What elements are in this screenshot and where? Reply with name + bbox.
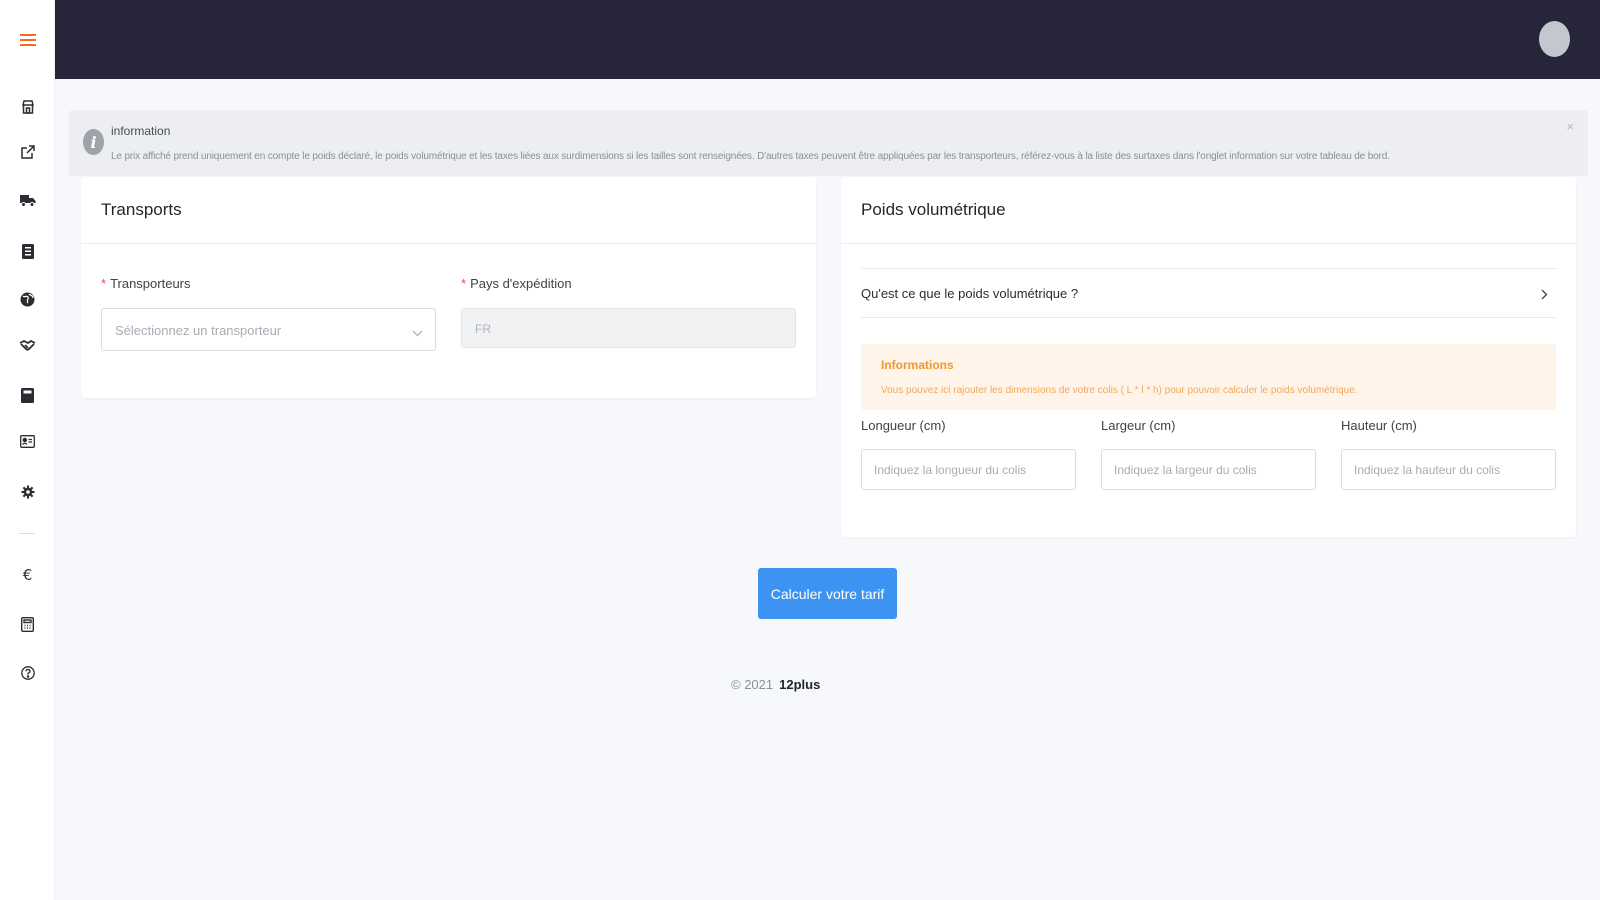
length-placeholder: Indiquez la longueur du colis xyxy=(874,463,1027,477)
chevron-right-icon xyxy=(1541,287,1548,305)
carrier-label: * Transporteurs xyxy=(101,276,191,291)
height-placeholder: Indiquez la hauteur du colis xyxy=(1354,463,1501,477)
info-icon: i xyxy=(83,129,104,155)
required-mark: * xyxy=(101,276,107,291)
required-mark: * xyxy=(461,276,467,291)
hamburger-menu-icon[interactable] xyxy=(0,25,55,55)
carrier-select[interactable]: Sélectionnez un transporteur xyxy=(101,308,436,351)
help-icon[interactable] xyxy=(0,658,55,688)
length-input[interactable]: Indiquez la longueur du colis xyxy=(861,449,1076,490)
gear-icon[interactable] xyxy=(0,477,55,507)
alert-title: information xyxy=(111,124,171,138)
country-field: FR xyxy=(461,308,796,348)
country-value: FR xyxy=(475,322,491,336)
receipt-icon[interactable] xyxy=(0,380,55,410)
document-icon[interactable] xyxy=(0,236,55,266)
alert-message: Le prix affiché prend uniquement en comp… xyxy=(111,151,1390,162)
brand-link[interactable]: 12plus xyxy=(779,677,820,692)
volumetric-weight-collapse[interactable]: Qu'est ce que le poids volumétrique ? xyxy=(861,268,1556,318)
volumetric-weight-card: Poids volumétrique Qu'est ce que le poid… xyxy=(841,177,1576,537)
volumetric-weight-title: Poids volumétrique xyxy=(841,177,1576,244)
collapse-label: Qu'est ce que le poids volumétrique ? xyxy=(861,286,1079,301)
truck-icon[interactable] xyxy=(0,185,55,215)
euro-icon[interactable]: € xyxy=(0,560,55,590)
top-header xyxy=(55,0,1600,79)
width-input[interactable]: Indiquez la largeur du colis xyxy=(1101,449,1316,490)
height-label: Hauteur (cm) xyxy=(1341,418,1417,433)
id-card-icon[interactable] xyxy=(0,426,55,456)
dimensions-info-message: Vous pouvez ici rajouter les dimensions … xyxy=(881,385,1358,396)
footer: © 2021 12plus xyxy=(731,677,820,692)
copyright-text: © 2021 xyxy=(731,677,774,692)
transports-title: Transports xyxy=(81,177,816,244)
dimensions-info-box: Informations Vous pouvez ici rajouter le… xyxy=(861,344,1556,410)
store-icon[interactable] xyxy=(0,92,55,122)
width-placeholder: Indiquez la largeur du colis xyxy=(1114,463,1257,477)
chevron-down-icon xyxy=(412,324,423,342)
length-label: Longueur (cm) xyxy=(861,418,946,433)
info-alert: i information Le prix affiché prend uniq… xyxy=(69,110,1588,176)
calculate-button[interactable]: Calculer votre tarif xyxy=(758,568,897,619)
sidebar-divider xyxy=(19,533,35,534)
close-icon[interactable]: × xyxy=(1566,119,1574,134)
country-label: * Pays d'expédition xyxy=(461,276,572,291)
user-avatar[interactable] xyxy=(1539,21,1570,57)
dimensions-info-title: Informations xyxy=(881,358,954,372)
external-link-icon[interactable] xyxy=(0,137,55,167)
carrier-select-placeholder: Sélectionnez un transporteur xyxy=(115,323,282,338)
transports-card: Transports * Transporteurs Sélectionnez u… xyxy=(81,177,816,398)
width-label: Largeur (cm) xyxy=(1101,418,1176,433)
globe-icon[interactable] xyxy=(0,284,55,314)
height-input[interactable]: Indiquez la hauteur du colis xyxy=(1341,449,1556,490)
sidebar: € xyxy=(0,0,55,900)
handshake-icon[interactable] xyxy=(0,331,55,361)
calculator-icon[interactable] xyxy=(0,609,55,639)
